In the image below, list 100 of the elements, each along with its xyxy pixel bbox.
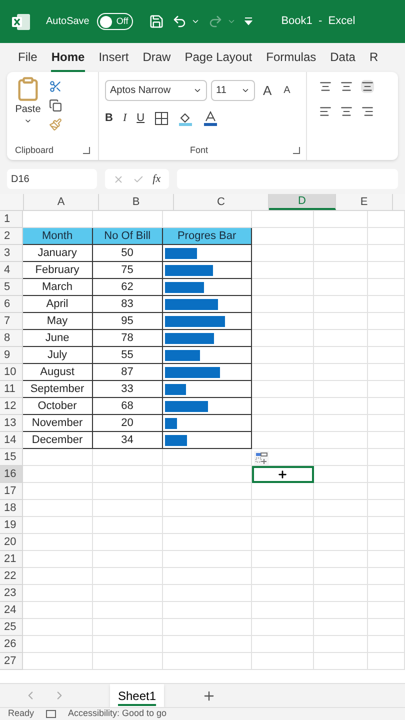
table-cell[interactable] xyxy=(368,466,405,483)
table-cell[interactable] xyxy=(22,449,93,466)
column-header[interactable]: A xyxy=(24,194,99,210)
row-header[interactable]: 2 xyxy=(0,228,23,245)
row-header[interactable]: 5 xyxy=(0,279,23,296)
row-header[interactable]: 4 xyxy=(0,262,23,279)
table-cell[interactable] xyxy=(368,415,405,432)
table-cell[interactable] xyxy=(314,330,368,347)
autosave-toggle[interactable]: Off xyxy=(97,13,134,30)
table-cell[interactable] xyxy=(368,262,405,279)
column-header[interactable]: E xyxy=(336,194,393,210)
row-header[interactable]: 26 xyxy=(0,636,23,653)
ribbon-tab[interactable]: Formulas xyxy=(266,43,316,72)
table-cell[interactable] xyxy=(314,432,368,449)
row-header[interactable]: 25 xyxy=(0,619,23,636)
paste-button[interactable]: Paste xyxy=(15,76,41,131)
table-cell[interactable] xyxy=(162,449,252,466)
table-cell[interactable] xyxy=(252,330,314,347)
row-header[interactable]: 23 xyxy=(0,585,23,602)
row-header[interactable]: 1 xyxy=(0,211,23,228)
sheet-tab[interactable]: Sheet1 xyxy=(110,684,164,708)
table-cell[interactable] xyxy=(162,568,252,585)
row-header[interactable]: 19 xyxy=(0,517,23,534)
table-cell[interactable] xyxy=(368,602,405,619)
table-cell[interactable] xyxy=(252,313,314,330)
table-cell[interactable] xyxy=(368,211,405,228)
row-header[interactable]: 6 xyxy=(0,296,23,313)
caret-icon[interactable] xyxy=(191,17,200,26)
table-cell[interactable] xyxy=(252,432,314,449)
table-cell[interactable] xyxy=(368,330,405,347)
bold-button[interactable]: B xyxy=(105,110,113,126)
align-left-icon[interactable] xyxy=(319,105,332,118)
format-painter-icon[interactable] xyxy=(49,118,62,131)
table-cell[interactable] xyxy=(252,653,314,670)
table-cell[interactable] xyxy=(252,262,314,279)
table-cell[interactable] xyxy=(314,568,368,585)
table-cell[interactable] xyxy=(252,500,314,517)
row-header[interactable]: 3 xyxy=(0,245,23,262)
table-cell[interactable] xyxy=(252,364,314,381)
table-cell[interactable] xyxy=(314,296,368,313)
row-header[interactable]: 14 xyxy=(0,432,23,449)
insert-function-button[interactable]: fx xyxy=(152,170,161,188)
table-cell[interactable] xyxy=(368,585,405,602)
table-cell[interactable] xyxy=(368,483,405,500)
table-cell[interactable] xyxy=(22,602,93,619)
table-cell[interactable] xyxy=(314,466,368,483)
row-header[interactable]: 17 xyxy=(0,483,23,500)
ribbon-tab[interactable]: Insert xyxy=(98,43,129,72)
font-color-icon[interactable] xyxy=(202,110,218,126)
dialog-launcher-icon[interactable] xyxy=(83,146,90,154)
row-header[interactable]: 13 xyxy=(0,415,23,432)
row-header[interactable]: 21 xyxy=(0,551,23,568)
table-cell[interactable] xyxy=(314,364,368,381)
table-cell[interactable] xyxy=(162,585,252,602)
italic-button[interactable]: I xyxy=(122,110,127,126)
table-cell[interactable] xyxy=(314,551,368,568)
row-header[interactable]: 12 xyxy=(0,398,23,415)
row-header[interactable]: 15 xyxy=(0,449,23,466)
table-cell[interactable] xyxy=(252,585,314,602)
table-cell[interactable] xyxy=(92,568,163,585)
fill-color-icon[interactable] xyxy=(178,110,193,126)
table-cell[interactable] xyxy=(252,296,314,313)
table-cell[interactable] xyxy=(314,500,368,517)
shrink-font-button[interactable]: A xyxy=(284,83,290,98)
table-cell[interactable] xyxy=(162,619,252,636)
table-cell[interactable] xyxy=(22,534,93,551)
column-header[interactable]: B xyxy=(99,194,174,210)
dialog-launcher-icon[interactable] xyxy=(293,146,300,154)
table-cell[interactable] xyxy=(22,517,93,534)
align-center-icon[interactable] xyxy=(340,105,353,118)
table-cell[interactable] xyxy=(92,534,163,551)
row-header[interactable]: 27 xyxy=(0,653,23,670)
table-cell[interactable] xyxy=(368,313,405,330)
table-cell[interactable] xyxy=(252,381,314,398)
table-cell[interactable] xyxy=(368,449,405,466)
table-cell[interactable] xyxy=(162,551,252,568)
table-cell[interactable] xyxy=(92,517,163,534)
table-cell[interactable] xyxy=(368,347,405,364)
align-bottom-icon[interactable] xyxy=(361,80,374,93)
borders-icon[interactable] xyxy=(154,112,168,125)
row-header[interactable]: 9 xyxy=(0,347,23,364)
table-cell[interactable] xyxy=(314,636,368,653)
table-cell[interactable] xyxy=(252,636,314,653)
row-header[interactable]: 11 xyxy=(0,381,23,398)
row-header[interactable]: 20 xyxy=(0,534,23,551)
table-cell[interactable] xyxy=(162,500,252,517)
row-header[interactable]: 10 xyxy=(0,364,23,381)
table-cell[interactable] xyxy=(252,279,314,296)
font-size-field[interactable]: 11 xyxy=(211,80,255,101)
table-cell[interactable] xyxy=(314,347,368,364)
underline-button[interactable]: U xyxy=(136,110,145,126)
column-header[interactable]: D xyxy=(269,194,336,210)
table-cell[interactable] xyxy=(368,296,405,313)
add-sheet-icon[interactable] xyxy=(202,688,216,702)
table-cell[interactable] xyxy=(252,398,314,415)
table-cell[interactable] xyxy=(92,466,163,483)
table-cell[interactable] xyxy=(162,602,252,619)
table-cell[interactable] xyxy=(22,636,93,653)
table-cell[interactable] xyxy=(368,279,405,296)
table-cell[interactable] xyxy=(252,347,314,364)
